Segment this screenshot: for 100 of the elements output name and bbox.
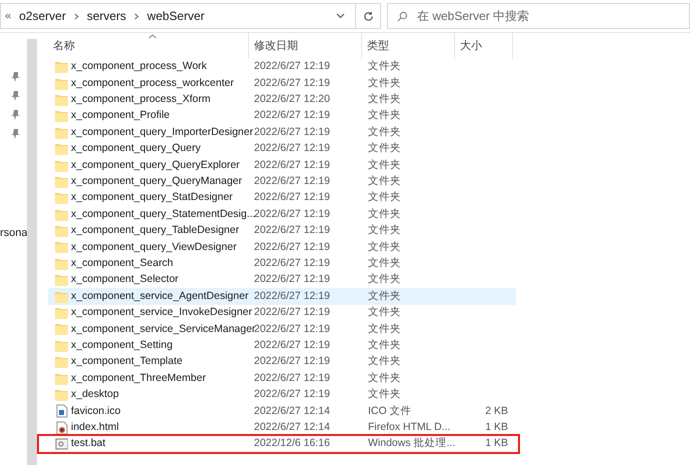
date-cell-text: 2022/6/27 12:19: [253, 223, 331, 238]
pin-icon[interactable]: [11, 90, 20, 102]
file-name[interactable]: x_component_ThreeMember: [71, 370, 206, 386]
date-cell-text: 2022/6/27 12:19: [253, 174, 331, 190]
file-row[interactable]: x_component_service_AgentDesigner 2022/6/27 12:19 文件夹: [48, 288, 516, 305]
file-name[interactable]: x_component_Selector: [71, 272, 178, 288]
scrollbar[interactable]: [27, 39, 37, 465]
file-name[interactable]: x_component_query_ViewDesigner: [71, 240, 237, 256]
date-cell-text: 2022/6/27 12:19: [253, 240, 331, 255]
folder-icon: [55, 60, 68, 74]
file-row[interactable]: x_component_query_QueryManager 2022/6/27 12:19 文件夹: [48, 174, 516, 190]
type-cell-text: 文件夹: [367, 174, 402, 190]
file-row[interactable]: x_component_service_InvokeDesigner 2022/6/27 12:19 文件夹: [48, 304, 516, 322]
folder-icon: [55, 126, 68, 140]
file-name[interactable]: x_component_Profile: [71, 108, 170, 124]
browser-file-icon: [55, 420, 68, 435]
file-name[interactable]: x_component_query_StatementDesig...: [71, 206, 256, 223]
column-header[interactable]: 修改日期: [249, 33, 362, 59]
file-name[interactable]: x_component_service_InvokeDesigner: [71, 305, 252, 321]
file-row[interactable]: favicon.ico 2022/6/27 12:14 ICO 文件 2 KB: [48, 403, 516, 420]
refresh-button[interactable]: [355, 3, 381, 29]
file-row[interactable]: x_component_Setting 2022/6/27 12:19 文件夹: [48, 338, 516, 354]
file-name[interactable]: x_component_query_StatDesigner: [71, 190, 233, 206]
address-bar[interactable]: « o2server servers webServer: [0, 3, 356, 29]
file-row[interactable]: x_component_ThreeMember 2022/6/27 12:19 文件夹: [48, 370, 516, 387]
file-row[interactable]: x_component_Selector 2022/6/27 12:19 文件夹: [48, 272, 516, 288]
file-name[interactable]: x_component_Search: [71, 256, 174, 272]
file-name[interactable]: x_component_query_QueryExplorer: [71, 158, 240, 174]
type-cell-text: 文件夹: [367, 141, 402, 156]
file-row[interactable]: x_component_query_StatementDesig...2022/6/27 12:19 文件夹: [48, 206, 516, 223]
file-name[interactable]: test.bat: [71, 436, 106, 452]
overflow-chevron[interactable]: «: [5, 8, 12, 24]
file-row[interactable]: x_component_Search 2022/6/27 12:19 文件夹: [48, 256, 516, 272]
file-row[interactable]: x_component_Profile 2022/6/27 12:19 文件夹: [48, 108, 516, 125]
date-cell-text: 2022/6/27 12:19: [253, 272, 331, 288]
file-name[interactable]: favicon.ico: [71, 404, 121, 420]
type-cell-text: 文件夹: [367, 338, 402, 353]
file-name[interactable]: x_component_process_workcenter: [71, 76, 234, 92]
file-row[interactable]: x_component_Template 2022/6/27 12:19 文件夹: [48, 354, 516, 370]
size-cell-text: 1 KB: [484, 420, 508, 435]
file-name[interactable]: x_component_process_Xform: [71, 92, 210, 108]
file-row[interactable]: x_component_query_Query 2022/6/27 12:19 文件夹: [48, 140, 516, 158]
file-name[interactable]: x_component_process_Work: [71, 59, 207, 76]
file-row[interactable]: x_component_query_ImporterDesigner2022/6/27 12:19 文件夹: [48, 124, 516, 141]
image-file-icon: [55, 404, 68, 418]
column-header[interactable]: 类型: [362, 33, 455, 59]
file-row[interactable]: x_desktop 2022/6/27 12:19 文件夹: [48, 386, 516, 404]
date-cell-text: 2022/6/27 12:19: [253, 108, 331, 124]
folder-icon: [55, 224, 68, 238]
folder-icon: [55, 372, 68, 386]
search-field[interactable]: 在 webServer 中搜索: [387, 3, 690, 29]
file-name[interactable]: x_desktop: [71, 387, 119, 403]
column-header[interactable]: 名称: [45, 33, 249, 59]
breadcrumb[interactable]: servers: [86, 7, 126, 25]
file-row[interactable]: x_component_query_TableDesigner 2022/6/27 12:19 文件夹: [48, 222, 516, 240]
file-name[interactable]: x_component_query_TableDesigner: [71, 223, 240, 239]
column-header[interactable]: 大小: [455, 33, 513, 59]
folder-icon: [55, 306, 68, 320]
file-name[interactable]: x_component_query_Query: [71, 141, 201, 158]
folder-icon: [55, 158, 68, 173]
folder-icon: [55, 273, 68, 288]
file-name[interactable]: x_component_Template: [71, 354, 182, 370]
date-cell-text: 2022/6/27 12:20: [253, 92, 331, 108]
type-cell-text: 文件夹: [367, 322, 402, 337]
breadcrumb[interactable]: webServer: [147, 7, 205, 25]
folder-icon: [55, 208, 68, 222]
folder-icon: [55, 355, 68, 370]
folder-icon: [55, 76, 68, 91]
file-name[interactable]: x_component_Setting: [71, 338, 173, 354]
size-cell-text: 1 KB: [484, 436, 508, 452]
file-name[interactable]: index.html: [71, 420, 119, 436]
pin-icon[interactable]: [11, 71, 20, 83]
chevron-icon: [134, 12, 140, 20]
file-row[interactable]: x_component_process_Work 2022/6/27 12:19 文件夹: [48, 59, 516, 76]
folder-icon: [55, 142, 68, 156]
file-name[interactable]: x_component_service_AgentDesigner: [71, 288, 248, 305]
folder-icon: [55, 109, 68, 124]
file-row[interactable]: x_component_query_ViewDesigner 2022/6/27 12:19 文件夹: [48, 239, 516, 256]
breadcrumb[interactable]: o2server: [19, 7, 66, 25]
file-row[interactable]: x_component_process_workcenter 2022/6/27 12:19 文件夹: [48, 75, 516, 92]
folder-icon: [55, 290, 68, 304]
file-row[interactable]: index.html 2022/6/27 12:14 Firefox HTML D... 1 KB: [48, 420, 516, 436]
pin-icon[interactable]: [11, 109, 20, 121]
type-cell-text: 文件夹: [367, 240, 402, 255]
file-row[interactable]: x_component_query_StatDesigner 2022/6/27 12:19 文件夹: [48, 190, 516, 207]
pin-icon[interactable]: [11, 128, 20, 140]
dropdown-caret-icon[interactable]: [336, 13, 345, 19]
file-name[interactable]: x_component_query_QueryManager: [71, 174, 242, 190]
file-row[interactable]: x_component_service_ServiceManager2022/6/27 12:19 文件夹: [48, 321, 516, 338]
folder-icon: [55, 174, 68, 189]
file-row[interactable]: test.bat 2022/12/6 16:16 Windows 批处理... 1 KB: [48, 436, 516, 452]
date-cell-text: 2022/6/27 12:19: [253, 338, 331, 353]
chevron-icon: [74, 12, 79, 20]
file-row[interactable]: x_component_query_QueryExplorer 2022/6/27 12:19 文件夹: [48, 157, 516, 174]
sidebar-label: rsona: [0, 226, 28, 241]
file-name[interactable]: x_component_service_ServiceManager: [71, 322, 256, 338]
file-row[interactable]: x_component_process_Xform 2022/6/27 12:20 文件夹: [48, 92, 516, 108]
search-icon: [397, 11, 408, 22]
file-name[interactable]: x_component_query_ImporterDesigner: [71, 124, 254, 141]
date-cell-text: 2022/6/27 12:19: [253, 256, 331, 271]
